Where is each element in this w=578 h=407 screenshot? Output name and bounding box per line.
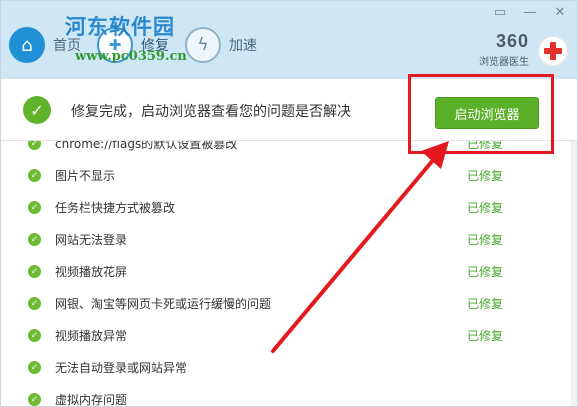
tab-speedup[interactable]: ϟ 加速 [185, 25, 257, 65]
issue-label: 图片不显示 [55, 169, 116, 183]
list-item: ✓ 无法自动登录或网站异常 [1, 351, 577, 383]
issue-label: 视频播放异常 [55, 329, 128, 343]
check-icon: ✓ [28, 265, 41, 278]
issue-label: 网银、淘宝等网页卡死或运行缓慢的问题 [55, 297, 272, 311]
issue-label: 视频播放花屏 [55, 265, 128, 279]
issue-label: 任务栏快捷方式被篡改 [55, 201, 176, 215]
list-item: ✓ 图片不显示 已修复 [1, 159, 577, 191]
minimize-button[interactable]: — [517, 3, 543, 21]
issue-status: 已修复 [467, 265, 504, 279]
check-icon: ✓ [28, 169, 41, 182]
watermark-url: www.pc0359.cn [75, 49, 187, 64]
highlight-box [408, 74, 554, 154]
list-item: ✓ 网银、淘宝等网页卡死或运行缓慢的问题 已修复 [1, 287, 577, 319]
issue-status: 已修复 [467, 297, 504, 311]
list-item: ✓ 任务栏快捷方式被篡改 已修复 [1, 191, 577, 223]
watermark-site-name: 河东软件园 [65, 14, 175, 39]
header-bar: ▭ — ✕ ⌂ 首页 ✚ 修复 ϟ 加速 河东软件园 www.pc0359.cn… [1, 1, 577, 79]
check-icon: ✓ [28, 393, 41, 406]
check-icon: ✓ [28, 201, 41, 214]
red-cross-icon [537, 35, 569, 67]
issue-status: 已修复 [467, 201, 504, 215]
list-item: ✓ 视频播放异常 已修复 [1, 319, 577, 351]
check-icon: ✓ [28, 233, 41, 246]
browser-doctor-window: ▭ — ✕ ⌂ 首页 ✚ 修复 ϟ 加速 河东软件园 www.pc0359.cn… [0, 0, 578, 407]
issue-label: 网站无法登录 [55, 233, 128, 247]
check-icon: ✓ [28, 361, 41, 374]
feedback-icon[interactable]: ▭ [487, 3, 513, 21]
list-item: ✓ 虚拟内存问题 [1, 383, 577, 407]
issue-label: 虚拟内存问题 [55, 393, 128, 407]
issue-status: 已修复 [467, 329, 504, 343]
list-item: ✓ 视频播放花屏 已修复 [1, 255, 577, 287]
list-item: ✓ 网站无法登录 已修复 [1, 223, 577, 255]
list-scrollbar[interactable] [571, 141, 577, 406]
window-controls: ▭ — ✕ [487, 3, 573, 21]
tab-speedup-label: 加速 [229, 38, 257, 54]
issue-label: 无法自动登录或网站异常 [55, 361, 188, 375]
brand-number: 360 [495, 31, 529, 51]
brand-text: 360 浏览器医生 [479, 31, 529, 68]
check-icon: ✓ [28, 297, 41, 310]
issue-list: ✓ chrome://flags的默认设置被篡改 已修复 ✓ 图片不显示 已修复… [1, 127, 577, 407]
lightning-icon: ϟ [185, 27, 221, 63]
success-check-icon: ✓ [23, 96, 51, 124]
issue-status: 已修复 [467, 233, 504, 247]
check-icon: ✓ [28, 329, 41, 342]
brand-name: 浏览器医生 [479, 57, 529, 68]
close-button[interactable]: ✕ [547, 3, 573, 21]
home-icon: ⌂ [9, 27, 45, 63]
repair-complete-message: 修复完成，启动浏览器查看您的问题是否解决 [71, 104, 351, 120]
issue-status: 已修复 [467, 169, 504, 183]
